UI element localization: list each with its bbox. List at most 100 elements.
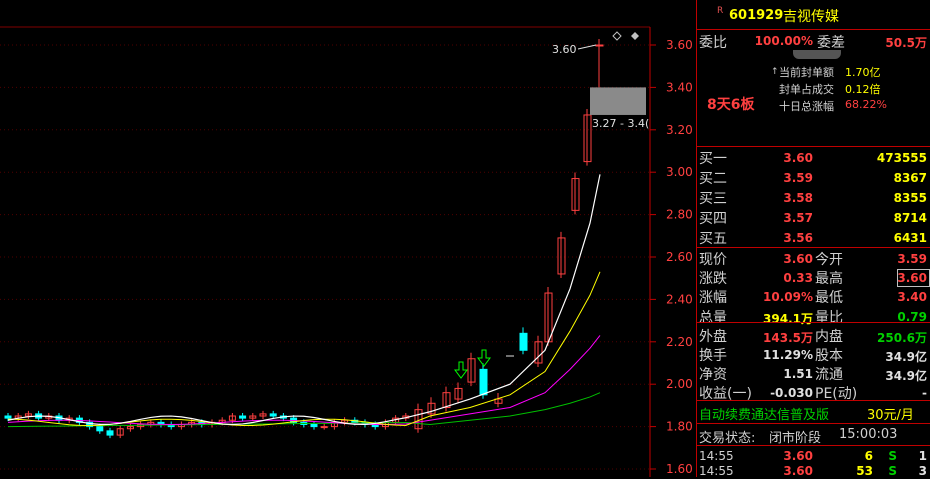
bid-row[interactable]: 买四 3.57 8714 bbox=[697, 208, 930, 228]
candle-body[interactable] bbox=[96, 426, 104, 432]
quote-label: 现价 bbox=[699, 252, 727, 268]
price-tick-label: 2.20 bbox=[666, 335, 693, 349]
weicha-value: 50.5万 bbox=[885, 36, 927, 50]
quote-label: 最低 bbox=[815, 290, 843, 307]
bid-label: 买三 bbox=[699, 191, 727, 207]
quote-label: 最高 bbox=[815, 271, 843, 288]
stock-name[interactable]: 吉视传媒 bbox=[783, 6, 839, 26]
tick-volume: 53 bbox=[856, 464, 873, 478]
price-tick-label: 3.00 bbox=[666, 165, 693, 179]
bid-price: 3.58 bbox=[783, 191, 813, 205]
promo-price: 30元/月 bbox=[867, 408, 914, 423]
status-value: 闭市阶段 bbox=[769, 431, 822, 446]
tick-volume: 6 bbox=[864, 449, 873, 463]
price-tick-label: 2.00 bbox=[666, 377, 693, 391]
promo-text: 自动续费通达信普及版 bbox=[699, 408, 830, 423]
bid-price: 3.57 bbox=[783, 211, 813, 225]
price-tick-label: 3.20 bbox=[666, 123, 693, 137]
quote-label: 外盘 bbox=[699, 328, 727, 345]
weibi-row: 委比 100.00% 委差 50.5万 bbox=[697, 31, 930, 51]
price-tick-label: 2.80 bbox=[666, 208, 693, 222]
bid-row[interactable]: 买一 3.60 473555 bbox=[697, 148, 930, 168]
quote-row: 现价 3.60 今开 3.59 bbox=[697, 249, 930, 269]
divider bbox=[697, 322, 930, 323]
quote-value: - bbox=[922, 386, 927, 401]
price-tick-label: 2.60 bbox=[666, 250, 693, 264]
candle-body[interactable] bbox=[269, 413, 277, 417]
divider bbox=[697, 400, 930, 401]
quote-value: 3.59 bbox=[897, 252, 927, 266]
quote-value: 34.9亿 bbox=[885, 350, 927, 364]
price-tick-label: 1.80 bbox=[666, 420, 693, 434]
quote-label: 流通 bbox=[815, 367, 843, 384]
bid-price: 3.60 bbox=[783, 151, 813, 165]
tick-price: 3.60 bbox=[783, 464, 813, 478]
price-tick-label: 1.60 bbox=[666, 462, 693, 476]
quote-label: 内盘 bbox=[815, 328, 843, 345]
quote-value: 0.33 bbox=[783, 271, 813, 286]
price-range-label: 3.27 - 3.4( bbox=[592, 117, 649, 130]
quote-label: 今开 bbox=[815, 252, 843, 268]
candle-body[interactable] bbox=[320, 426, 328, 429]
tick-price: 3.60 bbox=[783, 449, 813, 463]
candle-body[interactable] bbox=[519, 332, 528, 351]
quote-value: 3.60 bbox=[783, 252, 813, 266]
chart-background bbox=[0, 0, 696, 477]
candle-body[interactable] bbox=[106, 430, 114, 436]
quote-row: 涨跌 0.33 最高 3.60 bbox=[697, 268, 930, 288]
divider bbox=[697, 146, 930, 147]
promo-banner[interactable]: 自动续费通达信普及版 30元/月 bbox=[699, 404, 929, 423]
seal-amount-value: 1.70亿 bbox=[845, 66, 881, 79]
divider bbox=[697, 29, 930, 30]
seal-ratio-label: 封单占成交 bbox=[779, 83, 834, 96]
price-tick-label: 2.40 bbox=[666, 292, 693, 306]
quote-panel: R 601929 吉视传媒 委比 100.00% 委差 50.5万 ↑ 当前封单… bbox=[696, 0, 930, 478]
bid-row[interactable]: 买三 3.58 8355 bbox=[697, 188, 930, 208]
candle-body[interactable] bbox=[4, 415, 12, 419]
candle-body[interactable] bbox=[239, 415, 247, 419]
quote-value: 11.29% bbox=[763, 348, 813, 362]
tick-count: 1 bbox=[918, 449, 927, 463]
seal-amount-label: 当前封单额 bbox=[779, 66, 834, 79]
trading-status: 交易状态: 闭市阶段 15:00:03 bbox=[699, 427, 929, 446]
ten-day-gain-value: 68.22% bbox=[845, 98, 887, 111]
bid-row[interactable]: 买五 3.56 6431 bbox=[697, 228, 930, 248]
quote-value: 250.6万 bbox=[877, 330, 927, 345]
tick-count: 3 bbox=[918, 464, 927, 478]
price-range-box[interactable] bbox=[590, 87, 646, 115]
margin-badge: R bbox=[717, 6, 724, 16]
quote-label: 净资 bbox=[699, 367, 727, 384]
bid-label: 买二 bbox=[699, 171, 727, 187]
quote-row: 涨幅 10.09% 最低 3.40 bbox=[697, 287, 930, 307]
tick-time: 14:55 bbox=[699, 464, 734, 478]
quote-label: 涨幅 bbox=[699, 290, 727, 307]
candle-body[interactable] bbox=[310, 423, 318, 428]
kline-chart[interactable]: 3.60 3.40 3.20 3.00 2.80 2.60 2.40 2.20 2.00 1.80… bbox=[0, 0, 696, 477]
ten-day-gain-label: 十日总涨幅 bbox=[779, 100, 834, 113]
quote-value: 34.9亿 bbox=[885, 369, 927, 384]
quote-label: 总量 bbox=[699, 309, 727, 326]
bid-label: 买一 bbox=[699, 151, 727, 167]
high-price-label: 3.60 bbox=[552, 43, 577, 56]
price-tick-label: 3.60 bbox=[666, 38, 693, 52]
quote-value: -0.030 bbox=[770, 386, 813, 401]
candle-body[interactable] bbox=[479, 368, 488, 396]
seal-ratio-value: 0.12倍 bbox=[845, 83, 881, 96]
bid-label: 买五 bbox=[699, 231, 727, 247]
status-time: 15:00:03 bbox=[839, 427, 898, 442]
collapse-tab[interactable] bbox=[793, 50, 841, 59]
bid-volume: 8367 bbox=[893, 171, 927, 185]
quote-row: 外盘 143.5万 内盘 250.6万 bbox=[697, 326, 930, 346]
price-tick-label: 3.40 bbox=[666, 80, 693, 94]
divider bbox=[697, 423, 930, 424]
stock-code[interactable]: 601929 bbox=[729, 8, 783, 23]
quote-label: 换手 bbox=[699, 348, 727, 364]
weibi-label: 委比 bbox=[699, 35, 727, 51]
bid-row[interactable]: 买二 3.59 8367 bbox=[697, 168, 930, 188]
bid-volume: 8714 bbox=[893, 211, 927, 225]
quote-row: 净资 1.51 流通 34.9亿 bbox=[697, 364, 930, 384]
quote-label: 涨跌 bbox=[699, 271, 727, 288]
bid-label: 买四 bbox=[699, 211, 727, 227]
bid-price: 3.56 bbox=[783, 231, 813, 245]
tick-row: 14:55 3.60 6 S 1 bbox=[697, 449, 930, 464]
